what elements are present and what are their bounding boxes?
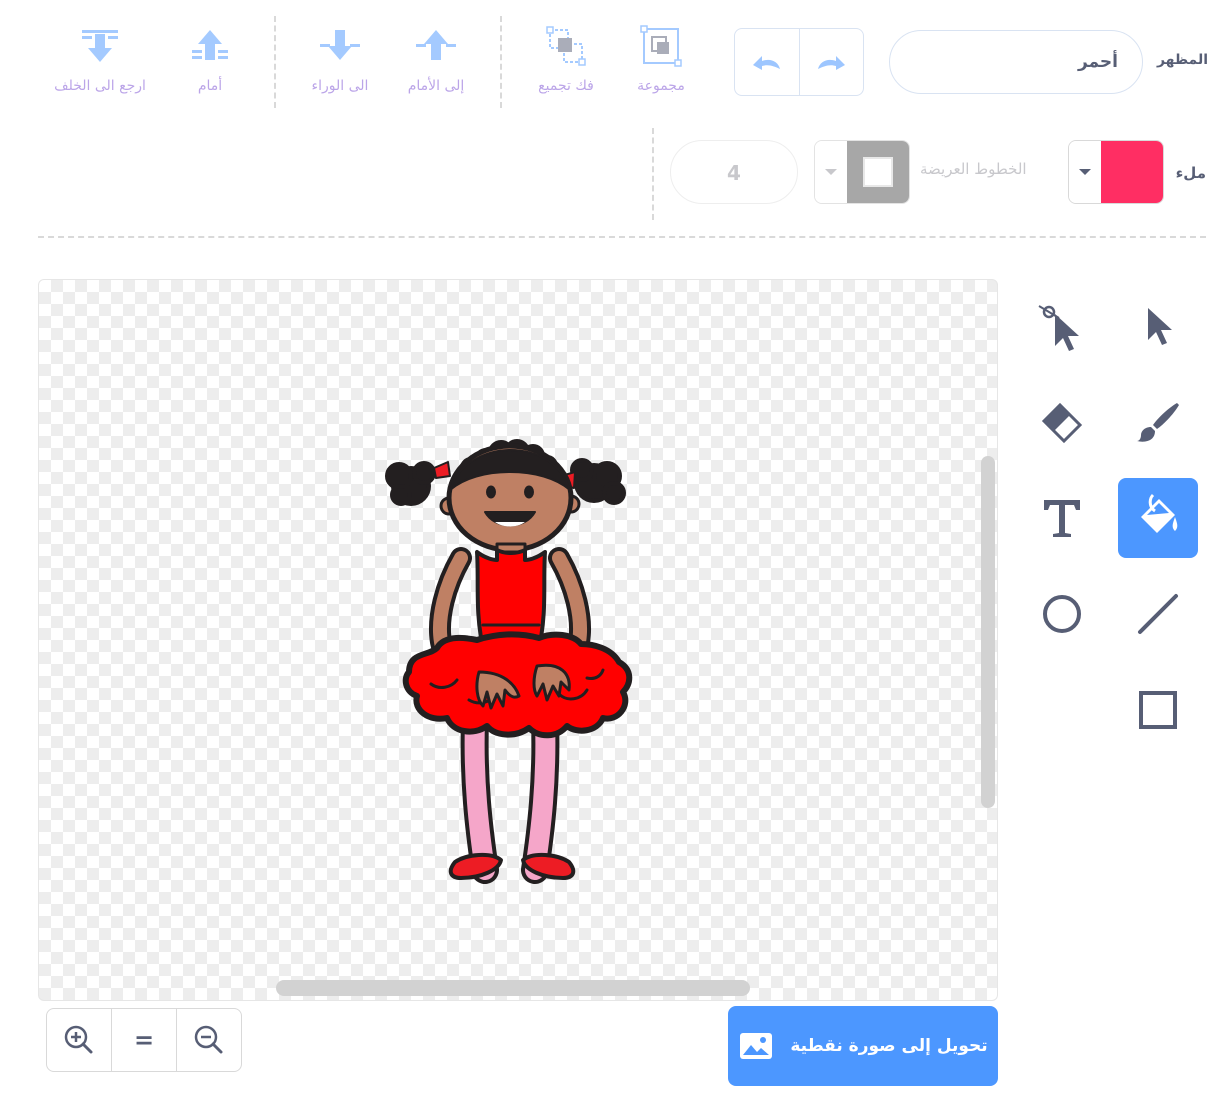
backward-label: الى الوراء: [311, 78, 369, 94]
group-label: مجموعة: [637, 78, 685, 94]
reshape-tool[interactable]: [1022, 286, 1102, 366]
group-button[interactable]: مجموعة: [628, 24, 694, 94]
outline-width-input[interactable]: 4: [670, 140, 798, 204]
outline-dropdown[interactable]: [815, 141, 847, 203]
zoom-reset-label: =: [133, 1026, 155, 1054]
redo-icon: [818, 56, 846, 70]
line-icon: [1138, 594, 1178, 634]
ballerina-figure: [385, 439, 633, 884]
front-label: أمام: [197, 78, 223, 94]
undo-button[interactable]: [735, 29, 799, 95]
line-tool[interactable]: [1118, 574, 1198, 654]
toolbar-divider: [652, 128, 654, 220]
reshape-icon: [1038, 305, 1079, 351]
outline-label: الخطوط العريضة: [920, 160, 1027, 178]
brush-tool[interactable]: [1118, 382, 1198, 462]
arrow-cursor-icon: [1148, 308, 1172, 345]
group-icon: [640, 25, 682, 67]
undo-icon: [752, 56, 780, 70]
send-backward-icon: [320, 30, 360, 60]
ungroup-button[interactable]: فك تجميع: [530, 24, 602, 94]
paintbrush-icon: [1137, 403, 1179, 442]
fill-color-picker[interactable]: [1068, 140, 1164, 204]
eraser-tool[interactable]: [1022, 382, 1102, 462]
back-label: ارجع الى الخلف: [54, 78, 146, 94]
zoom-out-icon: [194, 1025, 223, 1054]
zoom-out-button[interactable]: [176, 1009, 241, 1071]
header-divider: [38, 236, 1206, 238]
fill-label: ملء: [1175, 164, 1206, 182]
circle-icon: [1043, 595, 1081, 633]
chevron-down-icon: [825, 169, 837, 175]
forward-button[interactable]: إلى الأمام: [398, 28, 474, 94]
bring-forward-icon: [416, 30, 456, 60]
circle-tool[interactable]: [1022, 574, 1102, 654]
rectangle-tool[interactable]: [1118, 670, 1198, 750]
fill-tool[interactable]: [1118, 478, 1198, 558]
costume-name-input[interactable]: أحمر: [889, 30, 1143, 94]
ungroup-label: فك تجميع: [538, 78, 594, 94]
zoom-reset-button[interactable]: =: [111, 1009, 176, 1071]
outline-color-picker[interactable]: [814, 140, 910, 204]
fill-dropdown[interactable]: [1069, 141, 1101, 203]
rectangle-icon: [1139, 691, 1177, 729]
forward-label: إلى الأمام: [407, 78, 465, 94]
costume-drawing: [385, 439, 633, 884]
bitmap-image-icon: [740, 1033, 773, 1059]
canvas-horizontal-scrollbar[interactable]: [276, 980, 750, 996]
chevron-down-icon: [1079, 169, 1091, 175]
toolbar-divider: [500, 16, 502, 108]
front-button[interactable]: أمام: [182, 28, 238, 94]
fill-color-swatch: [1101, 141, 1163, 203]
outline-color-swatch: [847, 141, 909, 203]
ungroup-icon: [546, 26, 586, 66]
zoom-controls: =: [46, 1008, 242, 1072]
backward-button[interactable]: الى الوراء: [300, 28, 380, 94]
paint-canvas[interactable]: [38, 279, 998, 1001]
canvas-vertical-scrollbar[interactable]: [981, 456, 995, 808]
outline-swatch-inner: [863, 157, 893, 187]
text-icon: [1044, 500, 1080, 537]
back-button[interactable]: ارجع الى الخلف: [46, 28, 154, 94]
select-tool[interactable]: [1118, 286, 1198, 366]
undo-redo-group: [734, 28, 864, 96]
bring-to-front-icon: [192, 30, 228, 60]
eraser-icon: [1041, 402, 1083, 444]
paint-bucket-icon: [1141, 493, 1178, 533]
zoom-in-icon: [64, 1025, 93, 1054]
convert-label: تحويل إلى صورة نقطية: [790, 1036, 988, 1056]
costume-label: المظهر: [1156, 52, 1208, 68]
convert-to-bitmap-button[interactable]: تحويل إلى صورة نقطية: [728, 1006, 998, 1086]
send-to-back-icon: [82, 30, 118, 62]
toolbar-divider: [274, 16, 276, 108]
zoom-in-button[interactable]: [47, 1009, 111, 1071]
redo-button[interactable]: [798, 29, 864, 95]
text-tool[interactable]: [1022, 478, 1102, 558]
